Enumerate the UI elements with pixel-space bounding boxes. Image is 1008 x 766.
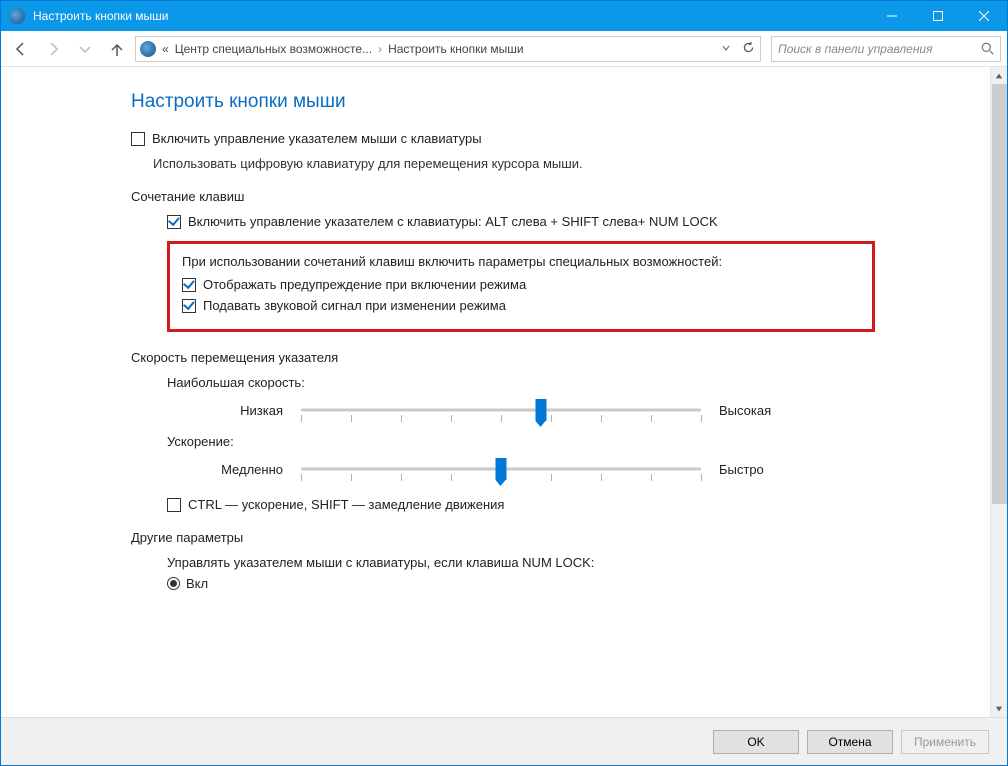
scroll-up-button[interactable] [991,67,1007,84]
top-speed-high-label: Высокая [719,403,805,418]
control-panel-icon [140,41,156,57]
content-area: Настроить кнопки мыши Включить управлени… [1,67,1007,717]
enable-mouse-keys-label: Включить управление указателем мыши с кл… [152,131,482,146]
app-icon [9,8,25,24]
shortcut-enable-checkbox[interactable] [167,215,181,229]
top-speed-label: Наибольшая скорость: [167,375,983,390]
highlighted-options-box: При использовании сочетаний клавиш включ… [167,241,875,332]
up-button[interactable] [103,35,131,63]
window-title: Настроить кнопки мыши [33,9,869,23]
highlighted-box-description: При использовании сочетаний клавиш включ… [182,254,860,269]
breadcrumb-item[interactable]: Центр специальных возможносте... [175,42,372,56]
breadcrumb-item[interactable]: Настроить кнопки мыши [388,42,524,56]
back-button[interactable] [7,35,35,63]
enable-mouse-keys-description: Использовать цифровую клавиатуру для пер… [153,156,983,171]
numlock-description: Управлять указателем мыши с клавиатуры, … [167,555,983,570]
close-button[interactable] [961,1,1007,31]
show-warning-label: Отображать предупреждение при включении … [203,277,526,292]
breadcrumb-separator: › [378,42,382,56]
numlock-on-radio[interactable] [167,577,180,590]
address-dropdown[interactable] [718,42,734,56]
refresh-button[interactable] [740,41,756,57]
group-other-label: Другие параметры [131,530,983,545]
ctrl-shift-modifier-label: CTRL — ускорение, SHIFT — замедление дви… [188,497,504,512]
navigation-bar: « Центр специальных возможносте... › Нас… [1,31,1007,67]
acceleration-label: Ускорение: [167,434,983,449]
search-box[interactable]: Поиск в панели управления [771,36,1001,62]
numlock-on-label: Вкл [186,576,208,591]
maximize-button[interactable] [915,1,961,31]
forward-button[interactable] [39,35,67,63]
shortcut-enable-label: Включить управление указателем с клавиат… [188,214,718,229]
play-sound-checkbox[interactable] [182,299,196,313]
top-speed-slider[interactable] [301,396,701,424]
page-title: Настроить кнопки мыши [131,91,983,113]
search-icon [981,42,994,55]
search-placeholder: Поиск в панели управления [778,42,981,56]
address-bar[interactable]: « Центр специальных возможносте... › Нас… [135,36,761,62]
scroll-down-button[interactable] [991,700,1007,717]
recent-dropdown[interactable] [71,35,99,63]
acceleration-low-label: Медленно [197,462,283,477]
vertical-scrollbar[interactable] [990,67,1007,717]
apply-button[interactable]: Применить [901,730,989,754]
minimize-button[interactable] [869,1,915,31]
show-warning-checkbox[interactable] [182,278,196,292]
acceleration-slider[interactable] [301,455,701,483]
window-titlebar: Настроить кнопки мыши [1,1,1007,31]
scrollbar-thumb[interactable] [992,84,1007,504]
play-sound-label: Подавать звуковой сигнал при изменении р… [203,298,506,313]
acceleration-high-label: Быстро [719,462,805,477]
ok-button[interactable]: OK [713,730,799,754]
ctrl-shift-modifier-checkbox[interactable] [167,498,181,512]
group-speed-label: Скорость перемещения указателя [131,350,983,365]
top-speed-low-label: Низкая [197,403,283,418]
cancel-button[interactable]: Отмена [807,730,893,754]
dialog-footer: OK Отмена Применить [1,717,1007,765]
enable-mouse-keys-checkbox[interactable] [131,132,145,146]
group-shortcut-label: Сочетание клавиш [131,189,983,204]
breadcrumb-prefix: « [162,42,169,56]
